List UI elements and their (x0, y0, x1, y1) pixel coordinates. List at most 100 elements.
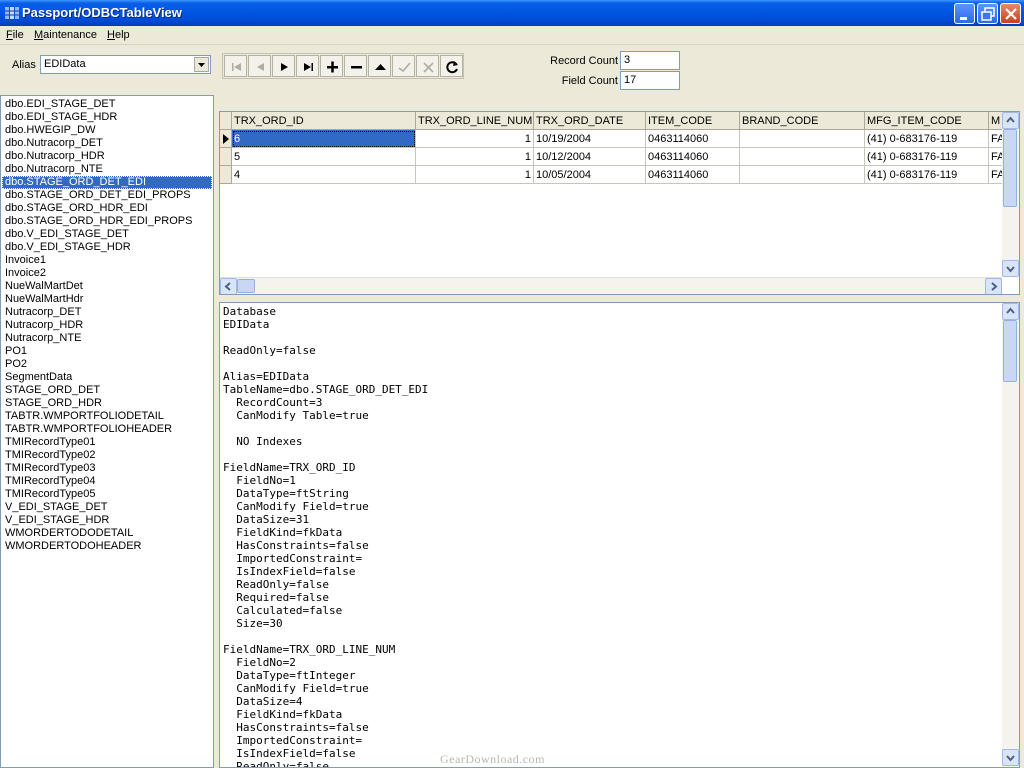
next-record-button[interactable] (272, 55, 295, 77)
minimize-button[interactable] (954, 3, 975, 24)
table-list-item[interactable]: V_EDI_STAGE_HDR (2, 514, 212, 527)
memo-scroll-up-button[interactable] (1002, 303, 1019, 320)
menu-help[interactable]: Help (107, 29, 130, 41)
table-list-item[interactable]: dbo.V_EDI_STAGE_HDR (2, 241, 212, 254)
table-list-item[interactable]: TMIRecordType03 (2, 462, 212, 475)
grid-cell[interactable]: (41) 0-683176-119 (865, 166, 989, 184)
table-list-item[interactable]: dbo.STAGE_ORD_DET_EDI_PROPS (2, 189, 212, 202)
table-list-item[interactable]: TABTR.WMPORTFOLIODETAIL (2, 410, 212, 423)
table-list-item[interactable]: dbo.Nutracorp_DET (2, 137, 212, 150)
table-list-item[interactable]: WMORDERTODOHEADER (2, 540, 212, 553)
table-list-item[interactable]: dbo.EDI_STAGE_HDR (2, 111, 212, 124)
row-indicator[interactable] (220, 166, 232, 184)
first-record-button[interactable] (224, 55, 247, 77)
table-list-item[interactable]: TMIRecordType01 (2, 436, 212, 449)
menu-maintenance[interactable]: Maintenance (34, 29, 97, 41)
grid-vscroll-thumb[interactable] (1003, 129, 1017, 207)
table-list-item[interactable]: dbo.STAGE_ORD_DET_EDI (2, 176, 212, 189)
column-header[interactable]: BRAND_CODE (740, 112, 865, 130)
memo-vscroll-thumb[interactable] (1003, 320, 1017, 382)
restore-button[interactable] (977, 3, 998, 24)
scroll-left-button[interactable] (220, 278, 237, 294)
table-list-item[interactable]: TMIRecordType05 (2, 488, 212, 501)
table-details-memo[interactable]: Database EDIData ReadOnly=false Alias=EDI… (219, 302, 1020, 768)
table-list-item[interactable]: dbo.Nutracorp_HDR (2, 150, 212, 163)
row-indicator[interactable] (220, 148, 232, 166)
delete-record-button[interactable] (344, 55, 367, 77)
post-record-button[interactable] (392, 55, 415, 77)
table-list-item[interactable]: STAGE_ORD_HDR (2, 397, 212, 410)
grid-cell[interactable] (740, 148, 865, 166)
edit-record-button[interactable] (368, 55, 391, 77)
grid-cell[interactable]: 0463114060 (646, 130, 740, 148)
table-list-item[interactable]: Nutracorp_NTE (2, 332, 212, 345)
grid-scroll-down-button[interactable] (1002, 260, 1019, 277)
grid-cell[interactable]: 10/19/2004 (534, 130, 646, 148)
grid-cell[interactable]: (41) 0-683176-119 (865, 148, 989, 166)
field-count-field[interactable]: 17 (620, 71, 680, 90)
grid-cell[interactable]: 1 (416, 166, 534, 184)
grid-cell[interactable]: 6 (232, 130, 416, 148)
grid-cell[interactable]: 4 (232, 166, 416, 184)
alias-dropdown-button[interactable] (194, 57, 209, 72)
grid-cell[interactable]: 5 (232, 148, 416, 166)
grid-cell[interactable]: 10/12/2004 (534, 148, 646, 166)
column-header[interactable]: TRX_ORD_ID (232, 112, 416, 130)
grid-hscroll-thumb[interactable] (237, 279, 255, 293)
table-list-item[interactable]: TMIRecordType02 (2, 449, 212, 462)
title-bar[interactable]: Passport/ODBCTableView (0, 0, 1024, 26)
table-list-item[interactable]: TMIRecordType04 (2, 475, 212, 488)
table-list-item[interactable]: dbo.STAGE_ORD_HDR_EDI_PROPS (2, 215, 212, 228)
grid-cell[interactable]: 1 (416, 130, 534, 148)
menu-file[interactable]: File (6, 29, 24, 41)
table-list-item[interactable]: STAGE_ORD_DET (2, 384, 212, 397)
record-count-field[interactable]: 3 (620, 51, 680, 70)
table-list-item[interactable]: Nutracorp_HDR (2, 319, 212, 332)
table-list-item[interactable]: Nutracorp_DET (2, 306, 212, 319)
grid-scroll-up-button[interactable] (1002, 112, 1019, 129)
table-list-item[interactable]: TABTR.WMPORTFOLIOHEADER (2, 423, 212, 436)
last-record-button[interactable] (296, 55, 319, 77)
grid-cell[interactable]: 1 (416, 148, 534, 166)
grid-cell[interactable] (740, 166, 865, 184)
column-header[interactable]: MFG_ITEM_CODE (865, 112, 989, 130)
table-list-item[interactable]: Invoice2 (2, 267, 212, 280)
cancel-record-button[interactable] (416, 55, 439, 77)
alias-select[interactable]: EDIData (40, 55, 211, 74)
table-list-item[interactable]: dbo.STAGE_ORD_HDR_EDI (2, 202, 212, 215)
prior-record-button[interactable] (248, 55, 271, 77)
insert-record-button[interactable] (320, 55, 343, 77)
grid-cell[interactable]: 0463114060 (646, 148, 740, 166)
grid-cell[interactable]: 0463114060 (646, 166, 740, 184)
column-header[interactable]: ITEM_CODE (646, 112, 740, 130)
grid-horizontal-scrollbar[interactable] (220, 277, 1002, 294)
grid-cell[interactable] (740, 130, 865, 148)
table-list-item[interactable]: dbo.EDI_STAGE_DET (2, 98, 212, 111)
app-icon (5, 7, 19, 19)
column-header[interactable]: TRX_ORD_DATE (534, 112, 646, 130)
row-indicator[interactable] (220, 130, 232, 148)
scroll-right-button[interactable] (985, 278, 1002, 294)
table-list-item[interactable]: NueWalMartHdr (2, 293, 212, 306)
table-list-item[interactable]: PO1 (2, 345, 212, 358)
table-list-item[interactable]: NueWalMartDet (2, 280, 212, 293)
grid-vertical-scrollbar[interactable] (1002, 112, 1019, 277)
grid-cell[interactable]: (41) 0-683176-119 (865, 130, 989, 148)
memo-vertical-scrollbar[interactable] (1002, 303, 1019, 767)
table-list-item[interactable]: WMORDERTODODETAIL (2, 527, 212, 540)
table-list-item[interactable]: dbo.HWEGIP_DW (2, 124, 212, 137)
memo-scroll-down-button[interactable] (1002, 749, 1019, 766)
table-list-item[interactable]: PO2 (2, 358, 212, 371)
table-list-item[interactable]: SegmentData (2, 371, 212, 384)
table-list-item[interactable]: dbo.V_EDI_STAGE_DET (2, 228, 212, 241)
table-list[interactable]: dbo.EDI_STAGE_DET dbo.EDI_STAGE_HDR dbo.HW… (0, 95, 214, 768)
grid-cell[interactable]: 10/05/2004 (534, 166, 646, 184)
data-grid[interactable]: TRX_ORD_ID TRX_ORD_LINE_NUM TRX_ORD_DATE IT… (219, 111, 1020, 295)
close-button[interactable] (1000, 3, 1021, 24)
menu-help-label: elp (114, 29, 130, 41)
refresh-button[interactable] (440, 55, 463, 77)
table-list-item[interactable]: dbo.Nutracorp_NTE (2, 163, 212, 176)
column-header[interactable]: TRX_ORD_LINE_NUM (416, 112, 534, 130)
table-list-item[interactable]: V_EDI_STAGE_DET (2, 501, 212, 514)
table-list-item[interactable]: Invoice1 (2, 254, 212, 267)
